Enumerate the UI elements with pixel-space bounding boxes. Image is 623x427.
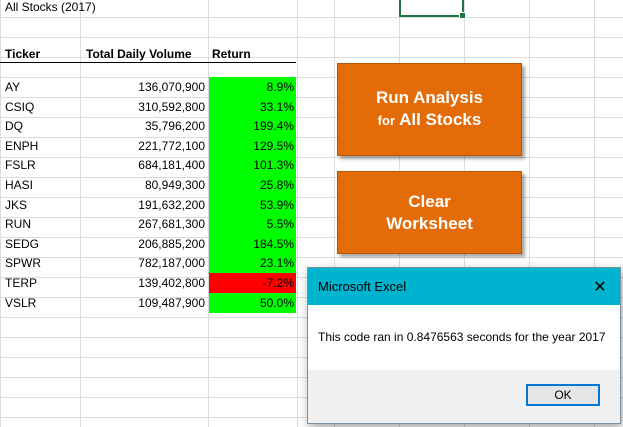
ticker-cell[interactable]: RUN	[5, 214, 31, 234]
dialog-titlebar[interactable]: Microsoft Excel ✕	[308, 268, 620, 305]
grid-row-line	[0, 37, 623, 38]
return-cell[interactable]: 25.8%	[209, 175, 296, 195]
clear-worksheet-button[interactable]: Clear Worksheet	[337, 171, 522, 254]
ticker-cell[interactable]: DQ	[5, 116, 23, 136]
run-analysis-target: All Stocks	[399, 110, 482, 129]
ticker-cell[interactable]: AY	[5, 77, 20, 97]
ticker-cell[interactable]: CSIQ	[5, 97, 34, 117]
volume-cell[interactable]: 109,487,900	[81, 293, 205, 313]
volume-cell[interactable]: 139,402,800	[81, 273, 205, 293]
ticker-cell[interactable]: HASI	[5, 175, 33, 195]
ok-button[interactable]: OK	[526, 384, 600, 406]
grid-row-line	[0, 17, 623, 18]
volume-cell[interactable]: 221,772,100	[81, 136, 205, 156]
ticker-cell[interactable]: ENPH	[5, 136, 38, 156]
header-volume[interactable]: Total Daily Volume	[86, 44, 192, 64]
run-analysis-sublabel: for All Stocks	[378, 109, 482, 132]
grid-column-line	[0, 0, 1, 427]
ticker-cell[interactable]: VSLR	[5, 293, 36, 313]
volume-cell[interactable]: 206,885,200	[81, 234, 205, 254]
clear-label: Clear	[408, 191, 451, 211]
header-ticker[interactable]: Ticker	[5, 44, 40, 64]
return-cell[interactable]: 53.9%	[209, 194, 296, 215]
header-return[interactable]: Return	[212, 44, 251, 64]
volume-cell[interactable]: 310,592,800	[81, 97, 205, 117]
volume-cell[interactable]: 684,181,400	[81, 155, 205, 175]
return-cell[interactable]: 23.1%	[209, 253, 296, 274]
run-analysis-label: Run Analysis	[375, 88, 484, 107]
ticker-cell[interactable]: SPWR	[5, 253, 41, 273]
dialog-footer: OK	[308, 370, 620, 423]
volume-cell[interactable]: 35,796,200	[81, 116, 205, 136]
dialog-title: Microsoft Excel	[318, 279, 407, 294]
return-cell[interactable]: 101.3%	[209, 155, 296, 176]
sheet-title[interactable]: All Stocks (2017)	[5, 0, 96, 17]
return-cell[interactable]: 33.1%	[209, 96, 296, 117]
volume-cell[interactable]: 80,949,300	[81, 175, 205, 195]
volume-cell[interactable]: 191,632,200	[81, 195, 205, 215]
ticker-cell[interactable]: JKS	[5, 195, 27, 215]
return-cell[interactable]: 129.5%	[209, 135, 296, 156]
ticker-cell[interactable]: SEDG	[5, 234, 39, 254]
return-cell[interactable]: 184.5%	[209, 233, 296, 254]
ticker-cell[interactable]: TERP	[5, 273, 37, 293]
return-cell[interactable]: 199.4%	[209, 116, 296, 137]
run-analysis-button[interactable]: Run Analysis for All Stocks	[337, 63, 522, 156]
return-cell[interactable]: 50.0%	[209, 292, 296, 313]
grid-column-line	[297, 0, 298, 427]
run-analysis-prefix: for	[377, 113, 396, 128]
return-cell[interactable]: 5.5%	[209, 214, 296, 235]
volume-cell[interactable]: 136,070,900	[81, 77, 205, 97]
return-cell[interactable]: 8.9%	[209, 77, 296, 97]
return-cell[interactable]: -7.2%	[209, 273, 296, 293]
selected-cell[interactable]	[399, 0, 466, 19]
volume-cell[interactable]: 267,681,300	[81, 214, 205, 234]
volume-cell[interactable]: 782,187,000	[81, 253, 205, 273]
dialog-message: This code ran in 0.8476563 seconds for t…	[318, 330, 606, 344]
ticker-cell[interactable]: FSLR	[5, 155, 36, 175]
message-dialog: Microsoft Excel ✕ This code ran in 0.847…	[307, 267, 621, 424]
header-underline	[0, 62, 296, 63]
close-icon[interactable]: ✕	[590, 277, 610, 297]
worksheet-label: Worksheet	[386, 213, 473, 233]
